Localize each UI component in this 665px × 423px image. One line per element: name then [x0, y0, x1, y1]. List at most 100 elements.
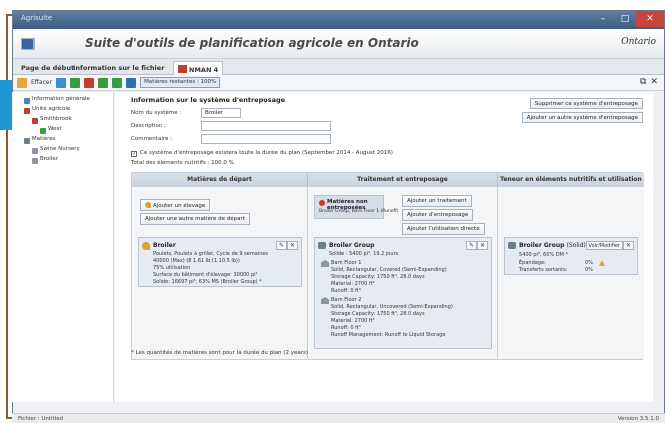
add-storage-system-button[interactable]: Ajouter un autre système d'entreposage: [521, 112, 643, 123]
section-title: Information sur le système d'entreposage: [131, 96, 286, 104]
quick-access-toolbar: A▾: [21, 38, 35, 50]
add-storage-button[interactable]: Ajouter d'entreposage: [402, 209, 474, 221]
card-line: Material: 2700 ft³: [331, 281, 375, 287]
navigation-tree: Information générale Unité agricole Smit…: [12, 92, 114, 402]
material-remaining-select[interactable]: Matières restantes : 100%: [140, 77, 221, 88]
tree-item-swine-nursery[interactable]: Swine Nursery: [12, 146, 113, 156]
nutrients-column: Broiler Group (Solid) Voir/Modifier ✕ 54…: [498, 187, 644, 359]
storage-icon: [318, 242, 326, 249]
card-line: Solid, Rectangular, Covered (Semi-Expand…: [331, 267, 447, 273]
restore-icon[interactable]: ⧉: [640, 77, 646, 87]
card-line: Solide: 16697 pi³, 63% MS (Broiler Group…: [153, 279, 262, 285]
broiler-source-card[interactable]: Broiler ✎ ✕ Poulets, Poulets à griller, …: [138, 237, 302, 287]
tab-nman-label: NMAN 4: [189, 66, 219, 74]
card-line: Runoff: 0 ft³: [331, 325, 361, 331]
farm-icon: [178, 65, 187, 73]
card-line: Runoff Management: Runoff to Liquid Stor…: [331, 332, 446, 338]
card-line: Storage Capacity: 1750 ft³, 28.0 days: [331, 274, 425, 280]
card-line: Storage Capacity: 1750 ft³, 28.0 days: [331, 311, 425, 317]
edit-icon[interactable]: ✎: [465, 241, 477, 250]
description-field[interactable]: [201, 121, 331, 131]
broiler-group-storage-card[interactable]: Broiler Group ✎ ✕ Solide : 5400 pi³, 19.…: [314, 237, 492, 349]
add-direct-use-button[interactable]: Ajouter l'utilisation directe: [402, 223, 485, 235]
storage-icon: [32, 148, 38, 154]
report-icon[interactable]: [126, 77, 137, 88]
tree-item-general-info[interactable]: Information générale: [12, 96, 113, 106]
calculate-icon[interactable]: [56, 77, 67, 88]
card-line: Runoff: 0 ft³: [331, 288, 361, 294]
minimize-button[interactable]: –: [592, 11, 614, 27]
version-label: Version 3.5.1.0: [617, 416, 659, 422]
toolbar: Effacer Matières restantes : 100% ⧉ ✕: [13, 75, 664, 91]
farm-unit-icon[interactable]: [84, 77, 95, 88]
erase-label[interactable]: Effacer: [31, 79, 52, 86]
card-line: Solide : 5400 pi³, 19.2 jours: [329, 251, 399, 257]
tree-item-label: West: [48, 126, 62, 132]
transfers-value: 0%: [585, 267, 593, 273]
delete-icon[interactable]: ✕: [286, 241, 298, 250]
tab-nman[interactable]: NMAN 4: [173, 61, 224, 75]
card-line: Solid, Rectangular, Uncovered (Semi-Expa…: [331, 304, 453, 310]
add-animal-button[interactable]: Ajouter un élevage: [140, 199, 211, 211]
card-line: Poulets, Poulets à griller, Cycle de 9 s…: [153, 251, 269, 257]
broiler-group-result-card[interactable]: Broiler Group (Solid) Voir/Modifier ✕ 54…: [504, 237, 638, 275]
card-line: Barn Floor 1: [331, 260, 362, 266]
tree-item-materials[interactable]: Matières: [12, 136, 113, 146]
add-treatment-button[interactable]: Ajouter un traitement: [402, 195, 472, 207]
close-window-button[interactable]: ✕: [636, 11, 664, 27]
delete-icon[interactable]: ✕: [476, 241, 488, 250]
main-content: Information sur le système d'entreposage…: [115, 92, 653, 402]
tree-item-label: Broiler: [40, 156, 58, 162]
add-animal-label: Ajouter un élevage: [153, 203, 206, 209]
close-tab-button[interactable]: ✕: [650, 77, 658, 87]
edit-icon[interactable]: ✎: [275, 241, 287, 250]
description-label: Description :: [131, 123, 166, 129]
unstored-sub: Broiler Group, Barn Floor 1 (Runoff): [319, 209, 399, 214]
bird-icon: [145, 202, 151, 208]
tree-item-west[interactable]: West: [12, 126, 113, 136]
delete-icon[interactable]: ✕: [622, 241, 634, 250]
tree-item-farm-unit[interactable]: Unité agricole: [12, 106, 113, 116]
material-icon[interactable]: [112, 77, 123, 88]
farm-icon: [24, 108, 30, 114]
unstored-material-card[interactable]: Matières non entreposées Broiler Group, …: [314, 195, 399, 219]
card-title: Broiler Group: [329, 242, 375, 249]
card-line: 40000 (Max) (8 1.61 lb (1.10.5 lb)): [153, 258, 240, 264]
spreading-value: 0%: [585, 260, 593, 266]
checkbox-box[interactable]: ✓: [131, 151, 137, 157]
barn-icon: [321, 260, 329, 267]
title-bar: Agrisuite – □ ✕: [13, 11, 664, 29]
full-duration-checkbox[interactable]: ✓ Ce système d'entreposage existera toute…: [131, 150, 393, 157]
tree-item-label: Information générale: [32, 96, 90, 102]
maximize-button[interactable]: □: [614, 11, 636, 27]
tab-file-info[interactable]: Information sur le fichier: [69, 61, 168, 75]
tree-item-label: Unité agricole: [32, 106, 71, 112]
status-bar: Fichier : Untitled Version 3.5.1.0: [12, 413, 665, 423]
page: Agrisuite – □ ✕ A▾ Suite d'outils de pla…: [0, 0, 665, 423]
sources-column: Ajouter un élevage Ajouter une autre mat…: [132, 187, 308, 359]
comment-field[interactable]: [201, 134, 331, 144]
window-controls: – □ ✕: [592, 11, 664, 27]
comment-label: Commentaire :: [131, 136, 172, 142]
footnote: * Les quantités de matières sont pour la…: [131, 350, 308, 356]
file-status: Fichier : Untitled: [18, 416, 64, 422]
erase-icon[interactable]: [17, 77, 27, 88]
system-name-field[interactable]: Broiler: [201, 108, 241, 118]
field-icon: [40, 128, 46, 134]
field-icon[interactable]: [70, 77, 81, 88]
delete-storage-button[interactable]: Supprimer ce système d'entreposage: [529, 98, 643, 109]
tab-bar: Page de début Information sur le fichier…: [13, 59, 664, 75]
save-icon[interactable]: [21, 38, 34, 50]
card-line: 5400 pi³, 60% DM *: [519, 252, 569, 258]
materials-icon: [24, 138, 30, 144]
info-icon: [24, 98, 30, 104]
warning-icon: [599, 260, 605, 266]
toolbar-right: ⧉ ✕: [640, 77, 658, 87]
view-modify-button[interactable]: Voir/Modifier: [585, 241, 623, 250]
spreading-label: Épandage:: [519, 260, 546, 266]
tree-item-smithbrook[interactable]: Smithbrook: [12, 116, 113, 126]
tree-item-broiler[interactable]: Broiler: [12, 156, 113, 166]
add-source-button[interactable]: Ajouter une autre matière de départ: [140, 213, 250, 225]
app-banner: A▾ Suite d'outils de planification agric…: [13, 29, 664, 59]
crop-icon[interactable]: [98, 77, 109, 88]
